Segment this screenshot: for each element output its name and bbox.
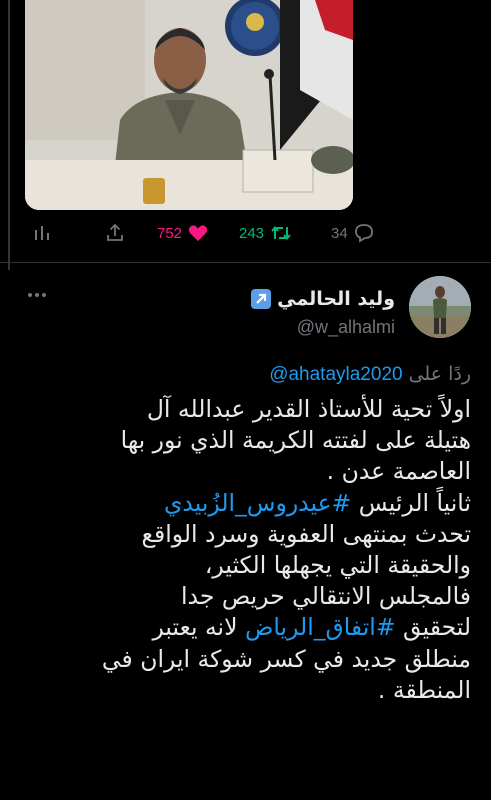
like-count: 752 [157, 224, 183, 242]
retweet-icon [271, 225, 291, 241]
tweet-action-bar: 752 243 34 [25, 218, 385, 248]
share-icon [107, 223, 123, 241]
share-button[interactable] [105, 218, 125, 248]
tweet-text-line: ثانياً الرئيس #عيدروس_الزُبيدي [11, 488, 471, 519]
author-name-row[interactable]: وليد الحالمي [251, 288, 395, 310]
tweet-text-segment: لانه يعتبر [152, 613, 245, 642]
tweet-text-line: العاصمة عدن . [326, 457, 471, 486]
thread-connector-line [8, 0, 10, 270]
tweet-text-line: والحقيقة التي يجهلها الكثير، [204, 551, 471, 580]
bar-chart-icon [35, 226, 49, 240]
retweet-button[interactable]: 243 [239, 218, 292, 248]
reply-bubble-icon [354, 224, 373, 243]
tweet-text-segment: لتحقيق [395, 613, 471, 642]
username[interactable]: @w_alhalmi [297, 317, 395, 338]
view-stats-button[interactable] [33, 218, 51, 248]
tweet-text-line: المنطقة . [377, 675, 471, 704]
tweet-text-line: فالمجلس الانتقالي حريص جدا [180, 582, 471, 611]
avatar[interactable] [409, 276, 471, 338]
up-right-arrow-emoji-icon [251, 289, 272, 309]
heart-filled-icon [188, 225, 208, 241]
display-name[interactable]: وليد الحالمي [277, 288, 395, 310]
replying-to: ردًا على @ahatayla2020 [269, 363, 471, 386]
tweet-text: اولاً تحية للأستاذ القدير عبدالله آل هتي… [11, 394, 471, 706]
tweet-divider [0, 262, 491, 263]
tweet-text-line: اولاً تحية للأستاذ القدير عبدالله آل [146, 395, 471, 423]
replying-to-handle-link[interactable]: @ahatayla2020 [269, 364, 402, 386]
more-options-icon[interactable] [28, 290, 48, 300]
retweet-count: 243 [239, 224, 265, 242]
hashtag-link[interactable]: #اتفاق_الرياض [245, 613, 396, 641]
tweet-text-line: هتيلة على لفتته الكريمة الذي نور بها [120, 426, 471, 455]
tweet-text-line: لتحقيق #اتفاق_الرياض لانه يعتبر [11, 612, 471, 643]
like-button[interactable]: 752 [157, 218, 208, 248]
reply-button[interactable]: 34 [331, 218, 374, 248]
replying-to-label: ردًا على [408, 363, 471, 385]
reply-count: 34 [331, 224, 348, 242]
tweet-text-line: تحدث بمنتهى العفوية وسرد الواقع [141, 519, 471, 548]
tweet-text-line: منطلق جديد في كسر شوكة ايران في [101, 644, 471, 673]
tweet-text-segment: ثانياً الرئيس [351, 488, 471, 517]
hashtag-link[interactable]: #عيدروس_الزُبيدي [164, 489, 351, 517]
tweet-photo[interactable] [25, 0, 353, 210]
